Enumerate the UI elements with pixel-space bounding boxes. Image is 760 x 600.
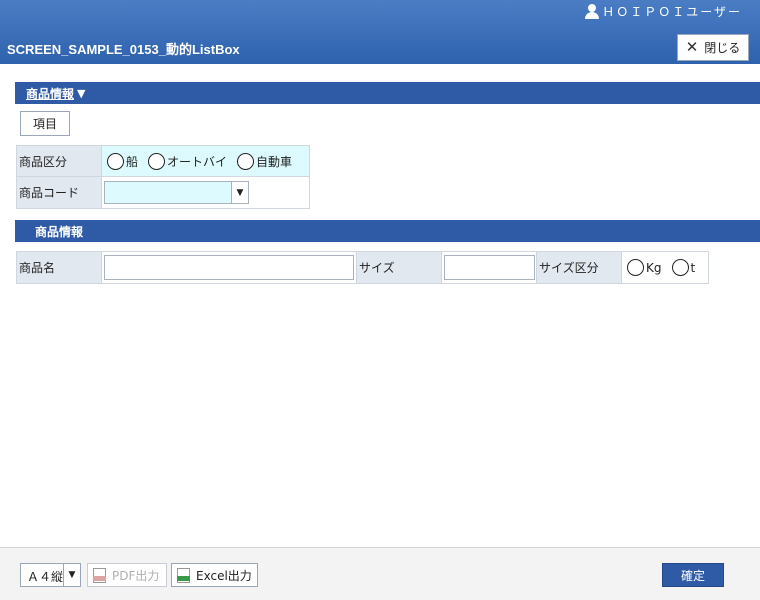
radio-circle-icon	[237, 152, 255, 170]
size-label: サイズ	[356, 251, 442, 284]
section-title: 商品情報	[26, 86, 75, 101]
product-category-field: 船 オートバイ 自動車	[101, 145, 310, 177]
user-icon	[585, 3, 600, 19]
product-name-input[interactable]	[104, 255, 354, 280]
product-category-label: 商品区分	[16, 145, 102, 177]
radio-label: 自動車	[256, 154, 293, 169]
product-code-select[interactable]: ▼	[104, 181, 249, 204]
excel-export-button[interactable]: Excel出力	[171, 563, 258, 587]
section-header-product-info[interactable]: 商品情報 ▼	[15, 82, 760, 104]
section-title: 商品情報	[35, 224, 84, 239]
radio-circle-icon	[107, 152, 124, 170]
radio-label: オートバイ	[167, 154, 228, 169]
radio-t[interactable]: t	[671, 259, 696, 276]
paper-size-value: Ａ４縦	[27, 570, 64, 584]
user-menu[interactable]: ＨＯＩＰＯＩユーザー	[585, 2, 742, 20]
triangle-down-icon: ▼	[77, 86, 86, 100]
radio-kg[interactable]: Kg	[627, 259, 662, 276]
radio-circle-icon	[627, 259, 644, 276]
excel-file-icon	[177, 567, 190, 583]
radio-ship[interactable]: 船	[107, 152, 139, 170]
product-name-label: 商品名	[16, 251, 102, 284]
close-button[interactable]: ✕ 閉じる	[677, 34, 749, 61]
close-icon: ✕	[685, 38, 699, 56]
radio-label: 船	[126, 154, 139, 169]
size-unit-field: Kg t	[621, 251, 709, 284]
user-name: ＨＯＩＰＯＩユーザー	[602, 4, 742, 19]
dropdown-arrow-icon: ▼	[63, 564, 80, 586]
radio-label: t	[690, 260, 696, 275]
pdf-export-label: PDF出力	[112, 568, 160, 583]
radio-circle-icon	[671, 259, 689, 276]
header-bar: ＨＯＩＰＯＩユーザー SCREEN_SAMPLE_0153_動的ListBox …	[0, 0, 760, 64]
close-label: 閉じる	[704, 41, 741, 55]
radio-car[interactable]: 自動車	[237, 152, 293, 170]
product-code-label: 商品コード	[16, 176, 102, 209]
page-title: SCREEN_SAMPLE_0153_動的ListBox	[7, 42, 240, 57]
section-header-product-details: 商品情報	[15, 220, 760, 242]
pdf-file-icon	[93, 567, 106, 583]
page: ＨＯＩＰＯＩユーザー SCREEN_SAMPLE_0153_動的ListBox …	[0, 0, 760, 600]
radio-label: Kg	[646, 260, 662, 275]
pdf-export-button[interactable]: PDF出力	[87, 563, 167, 587]
dropdown-arrow-icon: ▼	[231, 182, 248, 203]
confirm-button[interactable]: 確定	[662, 563, 724, 587]
size-input[interactable]	[444, 255, 535, 280]
radio-circle-icon	[148, 152, 166, 170]
size-unit-label: サイズ区分	[536, 251, 622, 284]
item-button[interactable]: 項目	[20, 111, 70, 136]
paper-size-select[interactable]: Ａ４縦 ▼	[20, 563, 81, 587]
radio-motorcycle[interactable]: オートバイ	[148, 152, 228, 170]
excel-export-label: Excel出力	[196, 568, 252, 583]
